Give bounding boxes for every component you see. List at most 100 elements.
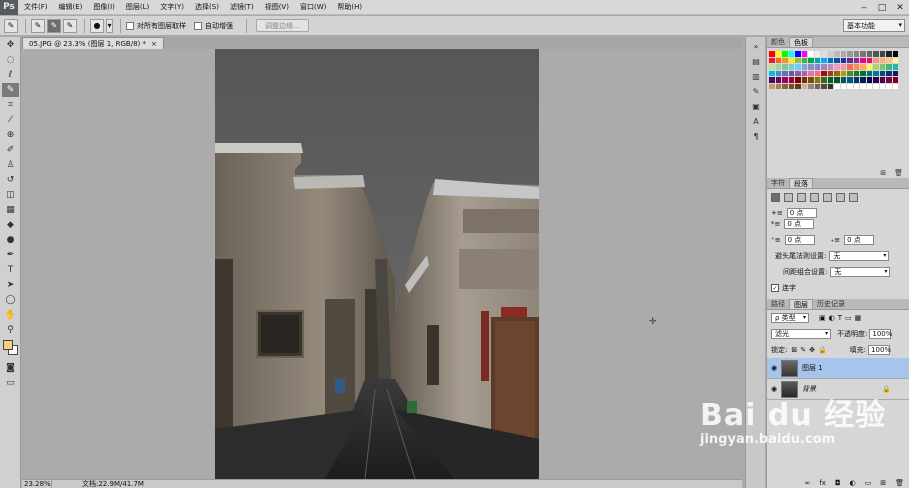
menu-edit[interactable]: 编辑(E) xyxy=(59,2,83,12)
swatch[interactable] xyxy=(808,51,814,57)
swatch[interactable] xyxy=(782,64,788,70)
swatch[interactable] xyxy=(795,70,801,76)
swatch[interactable] xyxy=(801,64,807,70)
swatch[interactable] xyxy=(801,51,807,57)
swatch[interactable] xyxy=(892,70,898,76)
swatch[interactable] xyxy=(782,70,788,76)
tab-layers[interactable]: 图层 xyxy=(789,299,813,309)
swatch[interactable] xyxy=(840,77,846,83)
swatch[interactable] xyxy=(788,70,794,76)
workspace-select[interactable]: 基本功能 ▾ xyxy=(843,19,905,32)
brush-dropdown-icon[interactable]: ▾ xyxy=(106,18,113,33)
swatch[interactable] xyxy=(782,57,788,63)
justify-left-icon[interactable] xyxy=(810,192,819,202)
swatch[interactable] xyxy=(860,57,866,63)
tab-paragraph[interactable]: 段落 xyxy=(789,178,813,188)
kinsoku-select[interactable]: 无 ▾ xyxy=(829,251,890,261)
maximize-button[interactable]: □ xyxy=(873,0,891,15)
swatch[interactable] xyxy=(775,83,781,89)
layer-style-icon[interactable]: fx xyxy=(819,479,826,487)
swatch[interactable] xyxy=(834,83,840,89)
swatch[interactable] xyxy=(821,64,827,70)
align-left-icon[interactable] xyxy=(771,192,780,202)
swatch[interactable] xyxy=(879,77,885,83)
swatch[interactable] xyxy=(821,83,827,89)
brush-size-icon[interactable]: ● xyxy=(90,18,104,33)
swatch[interactable] xyxy=(834,64,840,70)
paragraph-panel-icon[interactable]: ¶ xyxy=(749,130,763,142)
swatch[interactable] xyxy=(827,83,833,89)
swatch[interactable] xyxy=(801,70,807,76)
swatch[interactable] xyxy=(879,57,885,63)
foreground-color-swatch[interactable] xyxy=(3,340,13,350)
pen-tool-icon[interactable]: ✒ xyxy=(2,248,19,262)
delete-layer-icon[interactable]: 🗑 xyxy=(895,479,904,487)
swatch[interactable] xyxy=(827,51,833,57)
swatch[interactable] xyxy=(840,83,846,89)
swatch[interactable] xyxy=(769,77,775,83)
first-line-field[interactable]: 0 点 xyxy=(784,219,815,229)
type-tool-icon[interactable]: T xyxy=(2,263,19,277)
space-after-field[interactable]: 0 点 xyxy=(844,235,875,245)
tab-character[interactable]: 字符 xyxy=(767,178,789,188)
swatch[interactable] xyxy=(886,77,892,83)
swatch[interactable] xyxy=(834,77,840,83)
brush-tool-icon[interactable]: ✐ xyxy=(2,143,19,157)
menu-filter[interactable]: 滤镜(T) xyxy=(230,2,254,12)
menu-select[interactable]: 选择(S) xyxy=(195,2,219,12)
crop-tool-icon[interactable]: ⌗ xyxy=(2,98,19,112)
dodge-tool-icon[interactable]: ● xyxy=(2,233,19,247)
swatch[interactable] xyxy=(814,77,820,83)
blend-mode-select[interactable]: 滤光 ▾ xyxy=(771,329,831,339)
zoom-level[interactable]: 23.28% xyxy=(22,479,52,488)
swatch[interactable] xyxy=(866,57,872,63)
justify-all-icon[interactable] xyxy=(849,192,858,202)
align-center-icon[interactable] xyxy=(784,192,793,202)
swatch[interactable] xyxy=(795,51,801,57)
swatch[interactable] xyxy=(873,64,879,70)
checkbox-box[interactable] xyxy=(194,21,202,30)
swatch[interactable] xyxy=(892,51,898,57)
swatch[interactable] xyxy=(782,51,788,57)
swatch[interactable] xyxy=(834,57,840,63)
swatch[interactable] xyxy=(827,70,833,76)
subtract-selection-icon[interactable]: ✎ xyxy=(63,18,77,33)
swatch[interactable] xyxy=(795,77,801,83)
swatch[interactable] xyxy=(866,51,872,57)
menu-window[interactable]: 窗口(W) xyxy=(300,2,326,12)
document-tab[interactable]: 05.JPG @ 23.3% (图层 1, RGB/8) * × xyxy=(22,37,164,49)
swatch[interactable] xyxy=(840,64,846,70)
swatch[interactable] xyxy=(788,51,794,57)
hand-tool-icon[interactable]: ✋ xyxy=(2,308,19,322)
swatch[interactable] xyxy=(853,77,859,83)
character-panel-icon[interactable]: A xyxy=(749,115,763,127)
tab-color[interactable]: 颜色 xyxy=(767,37,789,47)
justify-center-icon[interactable] xyxy=(823,192,832,202)
menu-layer[interactable]: 图层(L) xyxy=(126,2,149,12)
swatch[interactable] xyxy=(801,83,807,89)
eraser-tool-icon[interactable]: ◫ xyxy=(2,188,19,202)
swatch[interactable] xyxy=(840,57,846,63)
swatch[interactable] xyxy=(814,57,820,63)
menu-image[interactable]: 图像(I) xyxy=(93,2,115,12)
swatch[interactable] xyxy=(769,51,775,57)
swatch[interactable] xyxy=(801,57,807,63)
close-icon[interactable]: × xyxy=(151,40,157,48)
swatch[interactable] xyxy=(814,64,820,70)
clone-stamp-tool-icon[interactable]: ♙ xyxy=(2,158,19,172)
swatch[interactable] xyxy=(860,77,866,83)
swatch[interactable] xyxy=(769,83,775,89)
swatch[interactable] xyxy=(860,51,866,57)
swatch[interactable] xyxy=(814,51,820,57)
shape-tool-icon[interactable]: ◯ xyxy=(2,293,19,307)
swatch[interactable] xyxy=(860,70,866,76)
swatch[interactable] xyxy=(814,70,820,76)
swatch[interactable] xyxy=(827,77,833,83)
brush-panel-icon[interactable]: ✎ xyxy=(749,85,763,97)
quick-select-preset-icon[interactable]: ✎ xyxy=(4,18,18,33)
swatch[interactable] xyxy=(840,51,846,57)
adjustment-layer-icon[interactable]: ◐ xyxy=(850,479,856,487)
swatch[interactable] xyxy=(769,70,775,76)
link-layers-icon[interactable]: ∞ xyxy=(805,479,811,487)
swatch[interactable] xyxy=(795,64,801,70)
